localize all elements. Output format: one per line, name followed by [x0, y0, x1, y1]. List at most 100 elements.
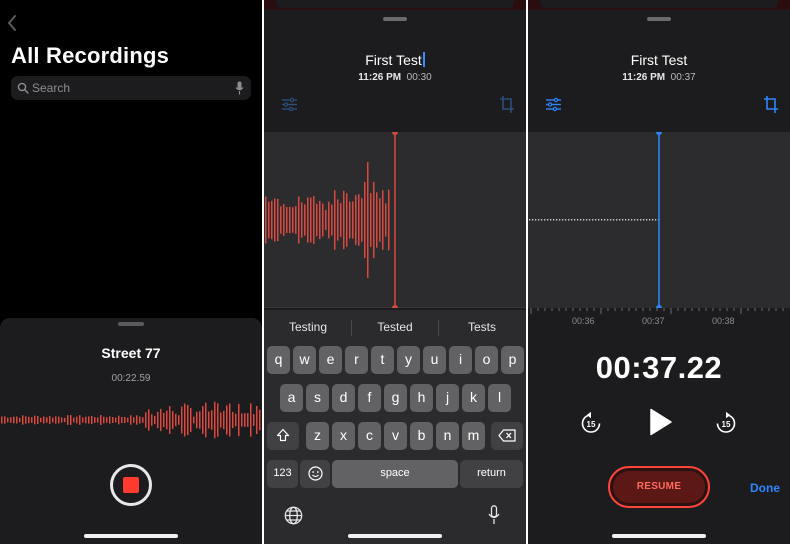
waveform-bar: [217, 403, 219, 437]
waveform-bar: [31, 417, 33, 423]
key-j[interactable]: j: [436, 384, 459, 412]
key-q[interactable]: q: [267, 346, 290, 374]
return-key[interactable]: return: [460, 460, 523, 488]
waveform-bar: [67, 415, 69, 425]
waveform-bar: [298, 196, 300, 244]
key-n[interactable]: n: [436, 422, 459, 450]
trim-icon[interactable]: [500, 96, 514, 113]
key-y[interactable]: y: [397, 346, 420, 374]
key-l[interactable]: l: [488, 384, 511, 412]
key-b[interactable]: b: [410, 422, 433, 450]
key-f[interactable]: f: [358, 384, 381, 412]
chevron-left-icon[interactable]: [6, 14, 18, 32]
waveform-bar: [532, 219, 534, 221]
suggestion-1[interactable]: Testing: [265, 320, 351, 334]
suggestion-3[interactable]: Tests: [439, 320, 525, 334]
options-sliders-icon[interactable]: [281, 97, 298, 112]
recording-title-field[interactable]: First Test: [264, 52, 526, 68]
key-e[interactable]: e: [319, 346, 342, 374]
key-i[interactable]: i: [449, 346, 472, 374]
waveform-bar: [316, 203, 318, 237]
sheet-top: [276, 0, 514, 8]
recorded-waveform: [264, 132, 526, 308]
waveform-bar: [118, 415, 120, 425]
playhead-knob-top: [656, 132, 662, 135]
microphone-icon[interactable]: [235, 81, 244, 95]
space-key[interactable]: space: [332, 460, 458, 488]
recording-title: First Test: [365, 52, 422, 68]
done-button[interactable]: Done: [750, 481, 780, 495]
waveform-bar: [46, 417, 48, 423]
key-g[interactable]: g: [384, 384, 407, 412]
key-w[interactable]: w: [293, 346, 316, 374]
waveform-bar: [250, 403, 252, 437]
waveform-bar: [76, 416, 78, 424]
key-z[interactable]: z: [306, 422, 329, 450]
waveform-bar: [535, 219, 537, 221]
waveform-bar: [244, 413, 246, 427]
skip-back-15-icon[interactable]: 15: [580, 411, 602, 435]
waveform-bar: [181, 406, 183, 434]
numbers-key[interactable]: 123: [267, 460, 298, 488]
waveform-bar: [376, 192, 378, 248]
waveform-bar: [220, 412, 222, 428]
waveform-bar: [370, 193, 372, 247]
resume-button[interactable]: RESUME: [608, 466, 710, 508]
key-s[interactable]: s: [306, 384, 329, 412]
sheet-grabber[interactable]: [383, 17, 407, 21]
waveform-bar: [580, 219, 582, 221]
options-sliders-icon[interactable]: [545, 97, 562, 112]
backspace-key[interactable]: [491, 422, 523, 450]
waveform-area[interactable]: [264, 132, 526, 308]
key-v[interactable]: v: [384, 422, 407, 450]
waveform-bar: [328, 201, 330, 239]
key-c[interactable]: c: [358, 422, 381, 450]
waveform-bar: [628, 219, 630, 221]
key-x[interactable]: x: [332, 422, 355, 450]
skip-forward-15-icon[interactable]: 15: [715, 411, 737, 435]
ruler-label: 00:37: [642, 316, 665, 326]
key-r[interactable]: r: [345, 346, 368, 374]
ruler-label: 00:36: [572, 316, 595, 326]
waveform-bar: [103, 416, 105, 424]
stop-recording-button[interactable]: [110, 464, 152, 506]
waveform-area[interactable]: [528, 132, 790, 308]
dictation-mic-icon[interactable]: [488, 505, 500, 525]
key-m[interactable]: m: [462, 422, 485, 450]
key-u[interactable]: u: [423, 346, 446, 374]
waveform-bar: [136, 415, 138, 425]
shift-key[interactable]: [267, 422, 299, 450]
play-icon[interactable]: [649, 408, 673, 436]
key-o[interactable]: o: [475, 346, 498, 374]
trim-icon[interactable]: [764, 96, 778, 113]
waveform-bar: [130, 415, 132, 425]
key-t[interactable]: t: [371, 346, 394, 374]
waveform-bar: [595, 219, 597, 221]
waveform-bar: [364, 182, 366, 258]
waveform-bar: [550, 219, 552, 221]
key-k[interactable]: k: [462, 384, 485, 412]
waveform-bar: [82, 417, 84, 423]
waveform-bar: [379, 198, 381, 242]
key-h[interactable]: h: [410, 384, 433, 412]
waveform-bar: [307, 197, 309, 243]
waveform-bar: [256, 405, 258, 435]
globe-icon[interactable]: [284, 506, 303, 525]
key-d[interactable]: d: [332, 384, 355, 412]
sheet-grabber[interactable]: [118, 322, 144, 326]
suggestion-2[interactable]: Tested: [352, 320, 438, 334]
emoji-key[interactable]: [300, 460, 330, 488]
search-field[interactable]: Search: [11, 76, 251, 100]
waveform-bar: [169, 406, 171, 434]
key-p[interactable]: p: [501, 346, 524, 374]
recording-title[interactable]: First Test: [528, 52, 790, 68]
waveform-bar: [388, 189, 390, 251]
key-a[interactable]: a: [280, 384, 303, 412]
waveform-bar: [208, 411, 210, 429]
sheet-grabber[interactable]: [647, 17, 671, 21]
text-cursor: [422, 52, 425, 67]
waveform-bar: [175, 413, 177, 427]
waveform-bar: [184, 403, 186, 437]
waveform-bar: [334, 190, 336, 250]
recording-duration: 00:37: [670, 72, 696, 83]
